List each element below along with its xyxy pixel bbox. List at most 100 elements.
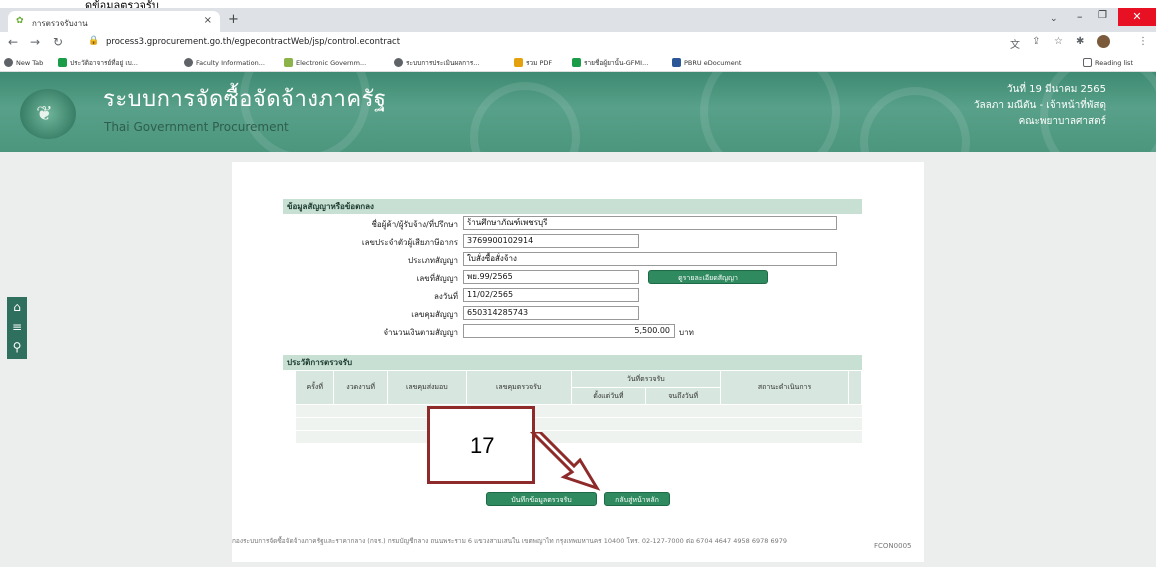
vendor-label: ชื่อผู้ค้า/ผู้รับจ้าง/ที่ปรึกษา — [371, 220, 458, 229]
reading-list[interactable]: Reading list — [1083, 58, 1133, 67]
cgd-logo: ❦ — [20, 89, 76, 139]
table-row — [295, 404, 862, 418]
col-inspection: เลขคุมตรวจรับ — [465, 370, 572, 405]
window-close-icon[interactable]: ✕ — [1118, 8, 1156, 26]
taxid-row: เลขประจำตัวผู้เสียภาษีอากร 3769900102914 — [283, 232, 862, 250]
date-field: 11/02/2565 — [463, 288, 639, 302]
amount-label: จำนวนเงินตามสัญญา — [383, 328, 458, 337]
url-text: process3.gprocurement.go.th/egpecontract… — [106, 37, 401, 47]
tab-favicon-icon: ✿ — [16, 16, 24, 26]
vendor-field: ร้านศึกษาภัณฑ์เพชรบุรี — [463, 216, 837, 230]
step-annotation-box: 17 — [427, 406, 535, 484]
content-card: ข้อมูลสัญญาหรือข้อตกลง ชื่อผู้ค้า/ผู้รับ… — [232, 162, 924, 562]
site-header: ❦ ระบบการจัดซื้อจัดจ้างภาครัฐ Thai Gover… — [0, 72, 1156, 152]
contract-number-label: เลขที่สัญญา — [416, 274, 458, 283]
date-row: ลงวันที่ 11/02/2565 — [283, 286, 862, 304]
control-number-field: 650314285743 — [463, 306, 639, 320]
taxid-label: เลขประจำตัวผู้เสียภาษีอากร — [361, 238, 458, 247]
col-delivery: เลขคุมส่งมอบ — [386, 370, 467, 405]
header-ornament — [860, 87, 970, 152]
tab-title: การตรวจรับงาน — [32, 19, 88, 28]
contract-section-title: ข้อมูลสัญญาหรือข้อตกลง — [283, 199, 862, 214]
bookmark-item[interactable]: Electronic Governm... — [284, 58, 366, 67]
footer-text: กองระบบการจัดซื้อจัดจ้างภาครัฐและราคากลา… — [232, 537, 788, 545]
browser-tab[interactable]: ✿ การตรวจรับงาน × — [8, 11, 220, 32]
sheets-icon — [572, 58, 581, 67]
control-number-label: เลขคุมสัญญา — [411, 310, 458, 319]
user-faculty: คณะพยาบาลศาสตร์ — [1018, 116, 1106, 127]
bookmark-item[interactable]: รายชื่อผู้ยานั้น-GFMI... — [572, 58, 648, 68]
menu-icon[interactable]: ≡ — [7, 317, 27, 337]
translate-icon[interactable]: 文 — [1010, 36, 1020, 51]
home-icon[interactable]: ⌂ — [7, 297, 27, 317]
reload-icon[interactable]: ↻ — [53, 35, 63, 49]
page-caption: ดูข้อมูลตรวจรับ — [0, 0, 1156, 12]
profile-avatar[interactable] — [1097, 35, 1110, 48]
search-icon[interactable]: ⚲ — [7, 337, 27, 357]
type-row: ประเภทสัญญา ใบสั่งซื้อสั่งจ้าง — [283, 250, 862, 268]
contract-panel: ข้อมูลสัญญาหรือข้อตกลง ชื่อผู้ค้า/ผู้รับ… — [283, 199, 862, 340]
tab-close-icon[interactable]: × — [204, 15, 212, 26]
share-icon[interactable]: ⇪ — [1032, 36, 1040, 47]
browser-toolbar: ← → ↻ 🔒 process3.gprocurement.go.th/egpe… — [0, 32, 1156, 54]
control-number-row: เลขคุมสัญญา 650314285743 — [283, 304, 862, 322]
site-title: ระบบการจัดซื้อจัดจ้างภาครัฐ — [103, 87, 387, 112]
user-info: วันที่ 19 มีนาคม 2565 วัลลภา มณีตัน - เจ… — [974, 82, 1106, 130]
bookmark-star-icon[interactable]: ☆ — [1054, 36, 1063, 47]
bookmark-item[interactable]: ระบบการประเมินผลการ... — [394, 58, 479, 68]
user-name: วัลลภา มณีตัน - เจ้าหน้าที่พัสดุ — [973, 100, 1106, 111]
type-label: ประเภทสัญญา — [408, 256, 458, 265]
browser-tab-strip: ✿ การตรวจรับงาน × + ⌄ – ❐ ✕ — [0, 8, 1156, 32]
globe-icon — [394, 58, 403, 67]
type-field: ใบสั่งซื้อสั่งจ้าง — [463, 252, 837, 266]
amount-row: จำนวนเงินตามสัญญา 5,500.00 บาท — [283, 322, 862, 340]
new-tab-icon[interactable]: + — [228, 12, 239, 27]
view-contract-detail-button[interactable]: ดูรายละเอียดสัญญา — [648, 270, 768, 284]
contract-number-row: เลขที่สัญญา พย.99/2565 ดูรายละเอียดสัญญา — [283, 268, 862, 286]
document-icon — [672, 58, 681, 67]
save-inspection-button[interactable]: บันทึกข้อมูลตรวจรับ — [486, 492, 597, 506]
pdf-icon — [514, 58, 523, 67]
egp-icon — [284, 58, 293, 67]
side-toolbar: ⌂ ≡ ⚲ — [7, 297, 27, 359]
col-to-date: จนถึงวันที่ — [645, 387, 721, 405]
header-ornament — [700, 72, 840, 152]
globe-icon — [184, 58, 193, 67]
col-status: สถานะดำเนินการ — [719, 370, 850, 405]
bookmarks-bar: New Tab ประวัติอาจารย์ที่อยู่ เบ... Facu… — [0, 54, 1156, 72]
back-arrow-icon[interactable]: ← — [8, 35, 18, 49]
extensions-icon[interactable]: ✱ — [1076, 36, 1084, 47]
history-section: ประวัติการตรวจรับ ครั้งที่ งวดงานที่ เลข… — [283, 355, 862, 444]
col-spacer — [848, 370, 862, 405]
site-subtitle: Thai Government Procurement — [104, 120, 289, 134]
address-bar[interactable]: 🔒 process3.gprocurement.go.th/egpecontra… — [80, 34, 1000, 52]
sheets-icon — [58, 58, 67, 67]
bookmark-item[interactable]: รวม PDF — [514, 58, 552, 68]
vendor-row: ชื่อผู้ค้า/ผู้รับจ้าง/ที่ปรึกษา ร้านศึกษ… — [283, 214, 862, 232]
table-row — [295, 417, 862, 431]
current-date: วันที่ 19 มีนาคม 2565 — [1006, 84, 1106, 95]
date-label: ลงวันที่ — [433, 292, 458, 301]
step-number: 17 — [470, 433, 495, 458]
contract-number-field: พย.99/2565 — [463, 270, 639, 284]
col-round: ครั้งที่ — [294, 370, 335, 405]
page-code: FCON0005 — [874, 542, 912, 550]
history-section-title: ประวัติการตรวจรับ — [283, 355, 862, 370]
col-inspect-date: วันที่ตรวจรับ — [570, 370, 721, 388]
window-minimize-icon[interactable]: – — [1077, 10, 1083, 23]
forward-arrow-icon[interactable]: → — [30, 35, 40, 49]
bookmark-item[interactable]: PBRU eDocument — [672, 58, 741, 67]
menu-kebab-icon[interactable]: ⋮ — [1138, 36, 1148, 47]
tab-search-chevron-icon[interactable]: ⌄ — [1050, 14, 1058, 24]
annotation-arrow-icon — [529, 432, 601, 491]
bookmark-item[interactable]: Faculty Information... — [184, 58, 265, 67]
bookmark-item[interactable]: ประวัติอาจารย์ที่อยู่ เบ... — [58, 58, 138, 68]
col-installment: งวดงานที่ — [333, 370, 388, 405]
window-restore-icon[interactable]: ❐ — [1098, 10, 1107, 21]
header-ornament — [470, 82, 580, 152]
globe-icon — [4, 58, 13, 67]
back-to-main-button[interactable]: กลับสู่หน้าหลัก — [604, 492, 670, 506]
garuda-icon: ❦ — [36, 101, 53, 125]
bookmark-item[interactable]: New Tab — [4, 58, 43, 67]
amount-field: 5,500.00 — [463, 324, 675, 338]
